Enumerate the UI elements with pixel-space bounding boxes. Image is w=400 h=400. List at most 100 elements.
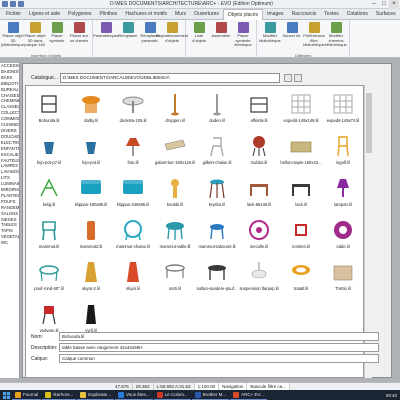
catalog-item[interactable]: hellum-tapis-160x23... bbox=[280, 132, 322, 168]
tree-item[interactable]: ESCALIERS bbox=[0, 152, 19, 158]
save-icon[interactable] bbox=[10, 1, 16, 7]
ribbon-tab[interactable]: Murs bbox=[171, 9, 190, 20]
ribbon-button[interactable]: Remplacer bbox=[117, 22, 139, 58]
catalog-item[interactable]: effektiv.lil bbox=[238, 90, 280, 126]
ribbon-tab[interactable]: Plinthes bbox=[96, 9, 122, 20]
catalog-item[interactable]: galant-bur-160x120.lil bbox=[154, 132, 196, 168]
catalog-item[interactable]: lack.lil bbox=[280, 174, 322, 210]
quick-access-toolbar[interactable] bbox=[2, 1, 24, 7]
catalog-item[interactable]: gilbert-chaise.lil bbox=[196, 132, 238, 168]
catalog-button[interactable]: Catalogue... bbox=[31, 75, 58, 81]
ribbon-tab[interactable]: Textes bbox=[320, 9, 342, 20]
layer-field[interactable]: Calque commun bbox=[59, 354, 379, 363]
ribbon-tab[interactable]: Hachures et motifs bbox=[121, 9, 171, 20]
tratalt-icon bbox=[292, 265, 310, 275]
taskbar-button[interactable]: Brother M... bbox=[191, 390, 230, 400]
ribbon-button[interactable]: Repositionnement d'objets bbox=[156, 22, 188, 58]
catalog-item[interactable]: Bohunda.lil bbox=[28, 90, 70, 126]
taskbar-button[interactable]: Vous êtes... bbox=[115, 390, 153, 400]
ribbon-tab[interactable]: Polygones bbox=[64, 9, 95, 20]
norsten-icon bbox=[295, 224, 307, 236]
catalog-item[interactable]: lampan.lil bbox=[322, 174, 363, 210]
catalog-item[interactable]: knubbi.lil bbox=[154, 174, 196, 210]
name-field[interactable]: Bohunda.lil bbox=[59, 332, 379, 341]
ribbon-button[interactable]: Paramétriques bbox=[93, 22, 119, 58]
undo-icon[interactable] bbox=[18, 1, 24, 7]
catalog-item[interactable]: foto.lil bbox=[112, 132, 154, 168]
catalog-path-field[interactable]: D:\MES DOCUMENTS\ARCALIB\EVO\2DBLIB\IKEA… bbox=[60, 73, 280, 83]
catalog-item[interactable]: mecolle.lil bbox=[238, 216, 280, 252]
taskbar-button[interactable]: Ikarhors... bbox=[42, 390, 77, 400]
ribbon-button[interactable]: Assembler bbox=[210, 22, 232, 58]
catalog-item[interactable]: expedit-149x74.lil bbox=[322, 90, 363, 126]
catalog-item[interactable]: duden.lil bbox=[196, 90, 238, 126]
catalog-item[interactable]: pouf-rond-60".lil bbox=[28, 258, 70, 294]
catalog-item[interactable]: vyrll.lil bbox=[70, 300, 112, 336]
catalog-item[interactable]: fejo-pot.lil bbox=[70, 132, 112, 168]
ribbon-tab[interactable]: Raccourcis bbox=[288, 9, 321, 20]
tree-item[interactable]: BAIGNOIRES bbox=[0, 69, 19, 75]
catalog-item[interactable]: skyar.lil bbox=[112, 258, 154, 294]
ribbon-tab[interactable]: Fichier bbox=[2, 9, 25, 20]
ribbon-button[interactable]: Liste d'objets bbox=[188, 22, 210, 58]
catalog-item[interactable]: dalby.lil bbox=[70, 90, 112, 126]
tree-item[interactable]: PLANTES bbox=[0, 193, 19, 199]
catalog-item[interactable]: fejo-pot-p7.lil bbox=[28, 132, 70, 168]
catalog-item[interactable]: klippan-248x85.lil bbox=[112, 174, 154, 210]
catalog-item[interactable]: expedit-149x149.lil bbox=[280, 90, 322, 126]
tree-item[interactable]: BUREAU bbox=[0, 87, 19, 93]
start-button[interactable] bbox=[0, 390, 12, 400]
description-field[interactable]: table basse avec rangement 42x42x59H bbox=[59, 343, 379, 352]
catalog-item[interactable]: suspension flanarp.lil bbox=[238, 258, 280, 294]
catalog-item[interactable]: mammut-chaise.lil bbox=[112, 216, 154, 252]
minimize-button[interactable]: – bbox=[369, 0, 379, 9]
taskbar-button[interactable]: ARC+ EV... bbox=[230, 390, 267, 400]
taskbar-button[interactable]: Le Colom... bbox=[153, 390, 191, 400]
tree-item[interactable]: BIBLIOTHEQUES bbox=[0, 81, 19, 87]
catalog-item[interactable]: klippan-180x85.lil bbox=[70, 174, 112, 210]
catalog-item[interactable]: tratalt.lil bbox=[280, 258, 322, 294]
library-tree-panel[interactable]: ACCESSOIRESBAIGNOIRESBARSBIBLIOTHEQUESBU… bbox=[0, 63, 20, 378]
maximize-button[interactable]: □ bbox=[379, 0, 389, 9]
catalog-item[interactable]: lack-55x35.lil bbox=[238, 174, 280, 210]
ribbon-button[interactable]: Placer symbole électrique bbox=[232, 22, 254, 58]
catalog-item[interactable]: vedvare.lil bbox=[28, 300, 70, 336]
catalog-item[interactable]: droppen.lil bbox=[154, 90, 196, 126]
catalog-item[interactable]: skyar-2.lil bbox=[70, 258, 112, 294]
catalog-item[interactable]: sorti.lil bbox=[154, 258, 196, 294]
catalog-item[interactable]: mammut.lil bbox=[28, 216, 70, 252]
close-button[interactable]: × bbox=[389, 0, 399, 9]
scrollbar-thumb[interactable] bbox=[366, 93, 372, 153]
ribbon-tab[interactable]: Surfaces bbox=[372, 9, 400, 20]
ribbon-tab[interactable]: Cotations bbox=[343, 9, 372, 20]
catalog-item[interactable]: norsten.lil bbox=[280, 216, 322, 252]
tree-item[interactable]: ELECTRO bbox=[0, 140, 19, 146]
catalog-item[interactable]: mammut-table.lil bbox=[154, 216, 196, 252]
tree-item[interactable]: ENFANTS bbox=[0, 146, 19, 152]
catalog-item[interactable]: odde.lil bbox=[322, 216, 363, 252]
catalog-item[interactable]: mammut2.lil bbox=[70, 216, 112, 252]
catalog-item[interactable]: docksta-105.lil bbox=[112, 90, 154, 126]
view-list-icon[interactable] bbox=[284, 74, 292, 82]
catalog-item-label: krysbo.lil bbox=[208, 202, 226, 207]
taskbar-button[interactable]: Fournal bbox=[12, 390, 42, 400]
catalog-item[interactable]: ingolf.lil bbox=[322, 132, 363, 168]
tree-item[interactable]: RANGEMENTS bbox=[0, 205, 19, 211]
taskbar-button[interactable]: Explorate... bbox=[77, 390, 115, 400]
taskbar-clock[interactable]: 09:40 bbox=[386, 393, 400, 398]
ribbon-tab[interactable]: Ouvertures bbox=[190, 9, 223, 20]
catalog-item[interactable]: kelig.lil bbox=[28, 174, 70, 210]
view-icons-icon[interactable] bbox=[294, 74, 302, 82]
catalog-item[interactable]: Trettio.lil bbox=[322, 258, 363, 294]
catalog-item[interactable]: krysbo.lil bbox=[196, 174, 238, 210]
catalog-item[interactable]: sultan-sandere-pouf... bbox=[196, 258, 238, 294]
ribbon-tab[interactable]: Objets placés bbox=[222, 9, 264, 20]
ribbon-tab[interactable]: Images bbox=[263, 9, 287, 20]
ribbon-tab[interactable]: Lignes et aide bbox=[25, 9, 64, 20]
tree-item[interactable]: DOUCHES bbox=[0, 134, 19, 140]
catalog-item[interactable]: mammut-tabouret.lil bbox=[196, 216, 238, 252]
catalog-item[interactable]: Gubbo.lil bbox=[238, 132, 280, 168]
tree-item[interactable]: SALONS bbox=[0, 211, 19, 217]
tree-item[interactable]: DIVERS bbox=[0, 128, 19, 134]
tree-item[interactable]: WC bbox=[0, 240, 19, 246]
